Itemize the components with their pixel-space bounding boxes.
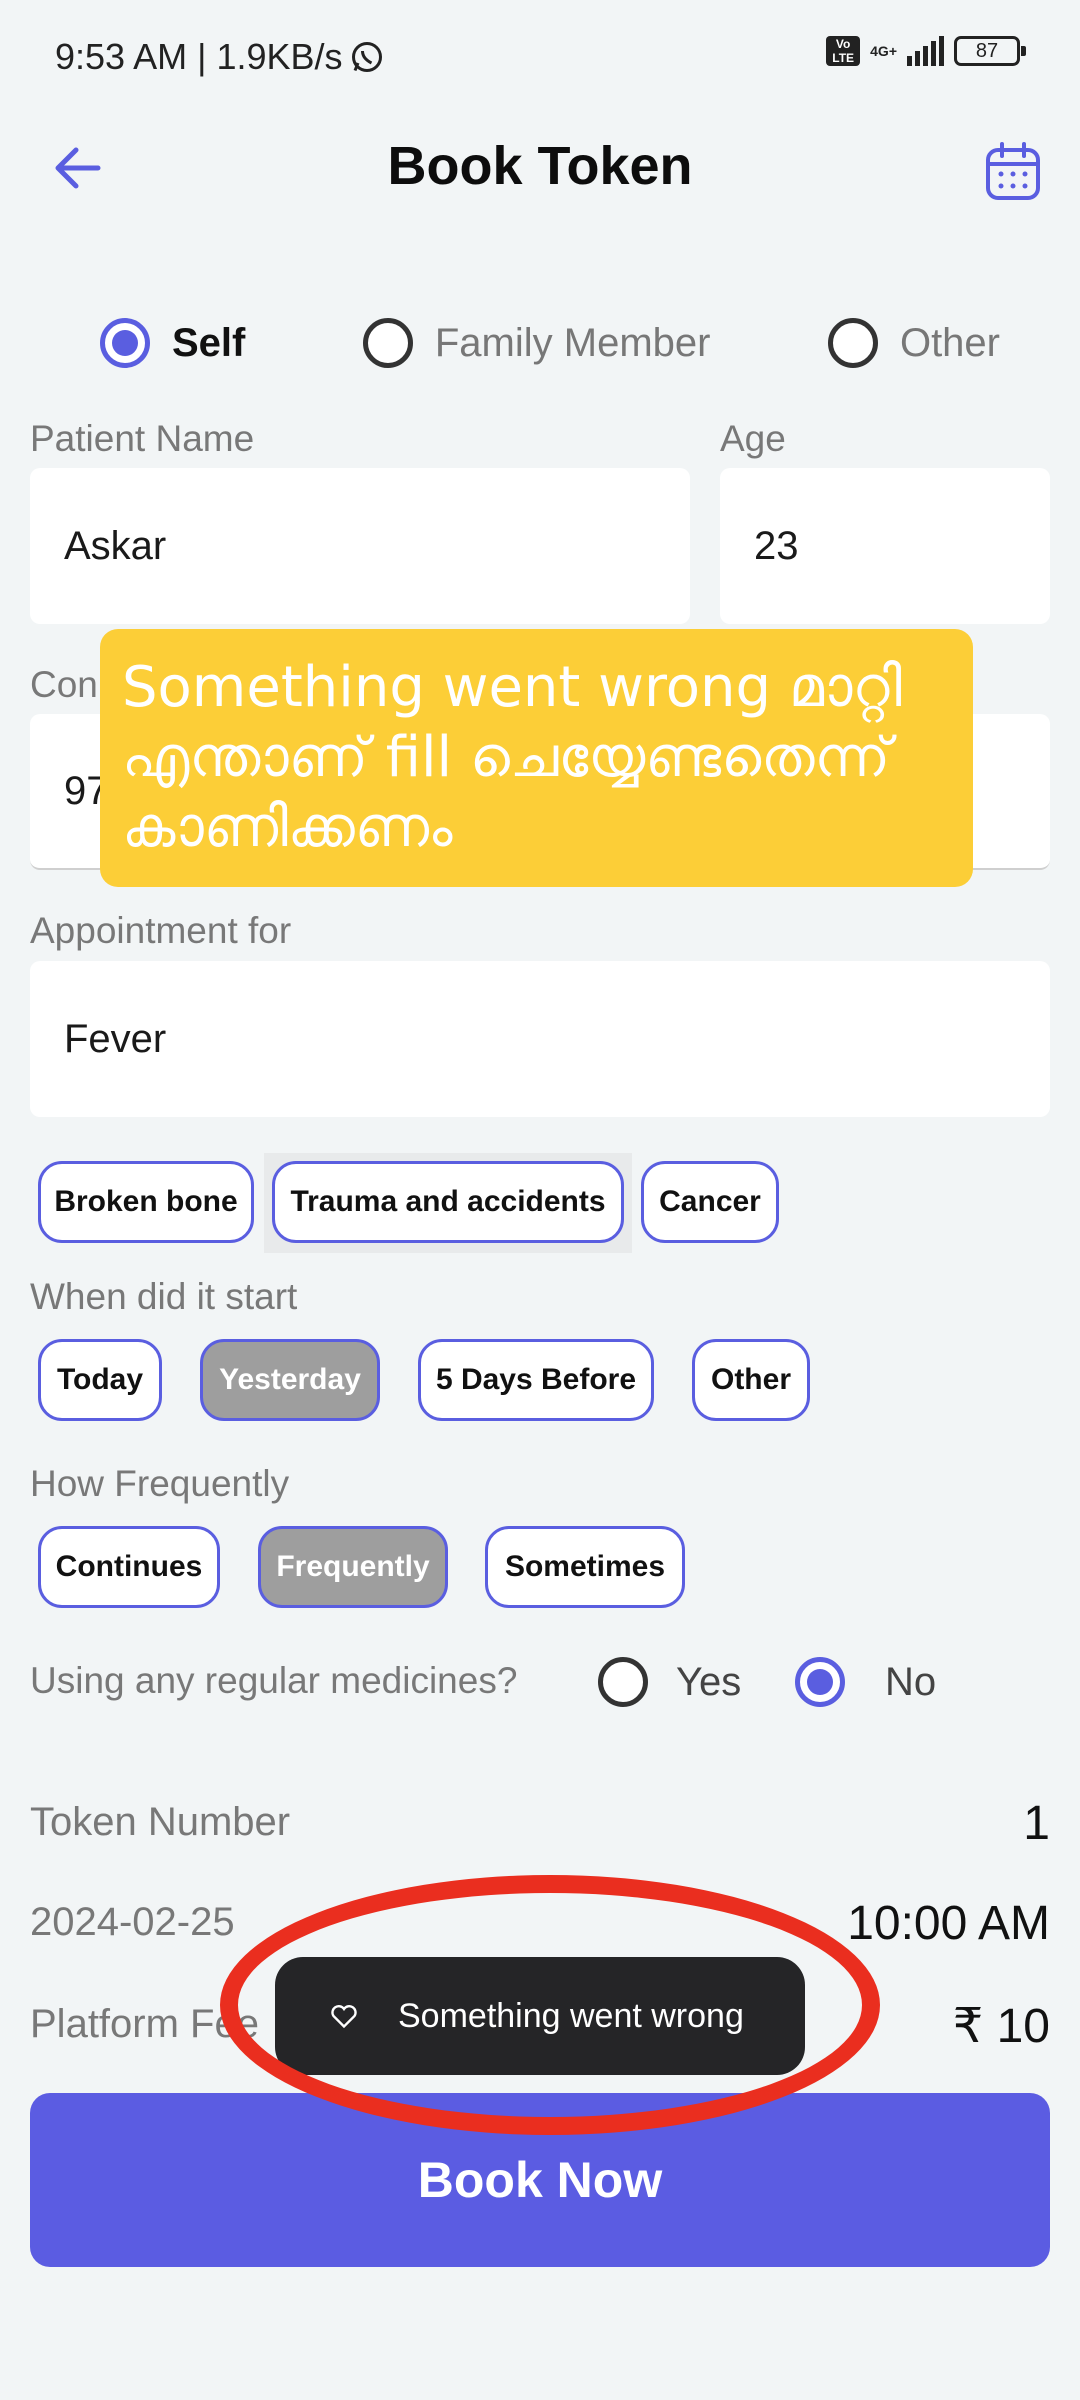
appointment-input[interactable]: Fever: [30, 961, 1050, 1117]
battery-icon: 87: [954, 36, 1026, 66]
status-indicators: Vo LTE 4G+ 87: [826, 36, 1026, 66]
radio-unselected-icon[interactable]: [827, 318, 878, 368]
snackbar-message: Something went wrong: [398, 1996, 744, 2035]
platform-fee-label: Platform Fee: [30, 2002, 259, 2046]
network-type: 4G+: [870, 43, 897, 59]
contact-label: Con: [30, 664, 98, 705]
radio-family-member-label: Family Member: [434, 320, 711, 365]
chip-today[interactable]: Today: [38, 1339, 162, 1421]
radio-self-label: Self: [172, 320, 246, 365]
volte-icon: Vo LTE: [826, 36, 861, 66]
booking-for-group: Self Family Member Other: [100, 318, 1000, 368]
chip-continues[interactable]: Continues: [38, 1526, 220, 1608]
whatsapp-icon: [351, 42, 382, 72]
age-input[interactable]: 23: [720, 468, 1050, 624]
chip-frequently[interactable]: Frequently: [258, 1526, 448, 1608]
error-snackbar: Something went wrong: [275, 1957, 805, 2075]
age-label: Age: [720, 418, 786, 459]
chip-cancer[interactable]: Cancer: [641, 1161, 779, 1243]
frequency-label: How Frequently: [30, 1463, 290, 1504]
page-title: Book Token: [387, 136, 693, 196]
medicines-label: Using any regular medicines?: [30, 1660, 518, 1701]
chip-other[interactable]: Other: [692, 1339, 810, 1421]
medicines-yes-label: Yes: [676, 1659, 742, 1704]
chip-trauma-and-accidents[interactable]: Trauma and accidents: [272, 1161, 624, 1243]
radio-family-member[interactable]: Family Member: [362, 318, 711, 368]
status-time: 9:53 AM | 1.9KB/s: [55, 36, 385, 78]
radio-other[interactable]: Other: [827, 318, 1000, 368]
radio-other-label: Other: [899, 320, 1000, 365]
book-now-button[interactable]: Book Now: [30, 2093, 1050, 2267]
patient-name-label: Patient Name: [30, 418, 255, 459]
chip-sometimes[interactable]: Sometimes: [485, 1526, 685, 1608]
schedule-time: 10:00 AM: [847, 1897, 1050, 1950]
radio-selected-icon[interactable]: [100, 318, 150, 368]
platform-fee-value: ₹ 10: [952, 2000, 1050, 2053]
calendar-icon[interactable]: [984, 140, 1042, 202]
medicines-no[interactable]: No: [795, 1657, 936, 1707]
signal-icon: [907, 36, 944, 66]
app-logo-icon: [331, 2005, 357, 2029]
chip-yesterday[interactable]: Yesterday: [200, 1339, 380, 1421]
token-value: 1: [1023, 1797, 1050, 1850]
status-time-text: 9:53 AM | 1.9KB/s: [55, 36, 343, 77]
patient-name-input[interactable]: Askar: [30, 468, 690, 624]
medicines-yes[interactable]: Yes: [598, 1657, 741, 1707]
token-label: Token Number: [30, 1800, 291, 1844]
chip-5-days-before[interactable]: 5 Days Before: [418, 1339, 654, 1421]
radio-unselected-icon[interactable]: [362, 318, 413, 368]
appointment-label: Appointment for: [30, 910, 292, 951]
radio-selected-icon[interactable]: [795, 1657, 845, 1707]
medicines-no-label: No: [885, 1659, 937, 1704]
chip-broken-bone[interactable]: Broken bone: [38, 1161, 254, 1243]
radio-self[interactable]: Self: [100, 318, 245, 368]
schedule-date: 2024-02-25: [30, 1900, 235, 1944]
annotation-note: Something went wrong മാറ്റി എന്താണ് fill…: [100, 629, 973, 887]
radio-unselected-icon[interactable]: [598, 1657, 648, 1707]
start-label: When did it start: [30, 1276, 298, 1317]
